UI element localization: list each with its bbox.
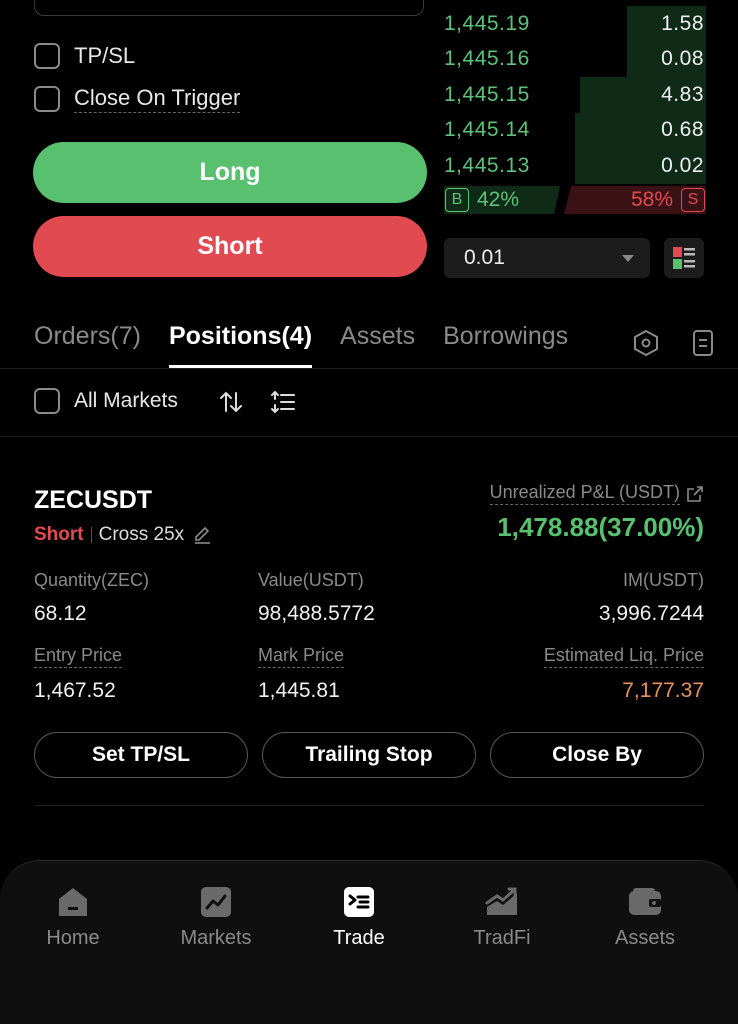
bid-qty: 0.68 [661,118,704,142]
close-on-trigger-row[interactable]: Close On Trigger [34,85,241,113]
long-button[interactable]: Long [33,142,427,203]
trailing-stop-button[interactable]: Trailing Stop [262,732,476,778]
tpsl-label: TP/SL [74,43,136,68]
value-value: 98,488.5772 [258,602,375,625]
wallet-icon [629,888,661,915]
entry-price-label: Entry Price [34,645,123,668]
position-side: Short [34,524,84,545]
buy-ratio: B 42% [444,186,560,214]
unrealized-pnl-label: Unrealized P&L (USDT) [489,482,680,505]
all-markets-label: All Markets [74,389,178,412]
nav-assets[interactable]: Assets [585,885,705,950]
orderbook-row[interactable]: 1,445.14 0.68 [444,112,706,148]
mark-price-value: 1,445.81 [258,679,340,702]
tab-assets[interactable]: Assets [340,322,415,368]
tab-orders[interactable]: Orders(7) [34,322,141,368]
close-by-button[interactable]: Close By [490,732,704,778]
bid-price: 1,445.19 [444,11,530,35]
nav-label: Markets [180,927,252,949]
im-value: 3,996.7244 [598,602,704,625]
bid-qty: 1.58 [661,11,704,35]
filter-divider [0,436,738,437]
liq-price-label: Estimated Liq. Price [543,645,704,668]
bottom-nav: Home Markets Trade TradFi Assets [0,860,738,1024]
close-on-trigger-checkbox[interactable] [34,86,60,112]
tabs-divider [0,368,738,369]
close-on-trigger-label: Close On Trigger [74,85,241,113]
nav-label: Trade [333,927,385,949]
set-tpsl-button[interactable]: Set TP/SL [34,732,248,778]
quantity-value: 68.12 [34,602,87,625]
nav-trade[interactable]: Trade [299,885,419,950]
buy-sell-ratio: B 42% 58% S [444,186,706,214]
nav-label: Assets [614,927,676,949]
orderbook-row[interactable]: 1,445.19 1.58 [444,6,706,42]
tpsl-checkbox[interactable] [34,43,60,69]
sell-ratio: 58% S [564,186,706,214]
nav-tradfi[interactable]: TradFi [442,885,562,950]
position-meta: Short Cross 25x [34,524,212,546]
nav-home[interactable]: Home [13,885,133,950]
sell-tag: S [681,188,705,212]
hexagon-settings-icon[interactable] [631,328,661,358]
tradfi-icon [485,887,517,915]
bid-price: 1,445.14 [444,118,530,142]
bid-price: 1,445.15 [444,82,530,106]
filter-list-icon[interactable] [270,389,296,415]
nav-label: TradFi [473,927,531,949]
bid-price: 1,445.16 [444,47,530,71]
order-input-field[interactable] [34,0,424,16]
card-divider [34,805,704,806]
caret-down-icon [622,254,634,262]
bid-qty: 0.02 [661,153,704,177]
entry-price-value: 1,467.52 [34,679,116,702]
im-label: IM(USDT) [623,570,704,590]
short-button[interactable]: Short [33,216,427,277]
trade-icon [344,887,374,917]
orderbook-layout-icon [673,247,695,269]
bid-price: 1,445.13 [444,153,530,177]
bid-qty: 0.08 [661,47,704,71]
unrealized-pnl-header[interactable]: Unrealized P&L (USDT) [489,482,704,505]
orderbook-row[interactable]: 1,445.15 4.83 [444,77,706,113]
all-markets-checkbox[interactable] [34,388,60,414]
tab-positions[interactable]: Positions(4) [168,322,313,368]
buy-percent: 42% [477,188,520,211]
orderbook-row[interactable]: 1,445.16 0.08 [444,41,706,77]
sell-percent: 58% [630,188,673,211]
position-symbol[interactable]: ZECUSDT [34,486,152,515]
meta-separator [90,527,92,543]
mark-price-label: Mark Price [258,645,345,668]
value-label: Value(USDT) [258,570,364,590]
share-icon[interactable] [686,485,704,503]
chart-icon [201,887,231,917]
liq-price-value: 7,177.37 [622,679,704,702]
sort-icon[interactable] [218,389,244,415]
bid-qty: 4.83 [661,82,704,106]
orderbook-layout-button[interactable] [664,238,704,278]
tpsl-checkbox-row[interactable]: TP/SL [34,43,135,69]
buy-tag: B [445,188,469,212]
price-step-value: 0.01 [464,246,505,269]
quantity-label: Quantity(ZEC) [34,570,150,590]
document-icon[interactable] [688,328,718,358]
margin-mode: Cross 25x [98,524,185,545]
nav-markets[interactable]: Markets [156,885,276,950]
tab-borrowings[interactable]: Borrowings [443,322,568,368]
nav-label: Home [46,927,100,949]
unrealized-pnl-value: 1,478.88(37.00%) [497,512,704,542]
edit-leverage-icon[interactable] [192,525,212,545]
orderbook-row[interactable]: 1,445.13 0.02 [444,148,706,184]
home-icon [59,888,87,916]
price-step-select[interactable]: 0.01 [444,238,650,278]
position-tabs: Orders(7) Positions(4) Assets Borrowings [34,322,568,368]
orderbook-bids: 1,445.19 1.58 1,445.16 0.08 1,445.15 4.8… [444,6,706,184]
all-markets-filter[interactable]: All Markets [34,388,178,414]
